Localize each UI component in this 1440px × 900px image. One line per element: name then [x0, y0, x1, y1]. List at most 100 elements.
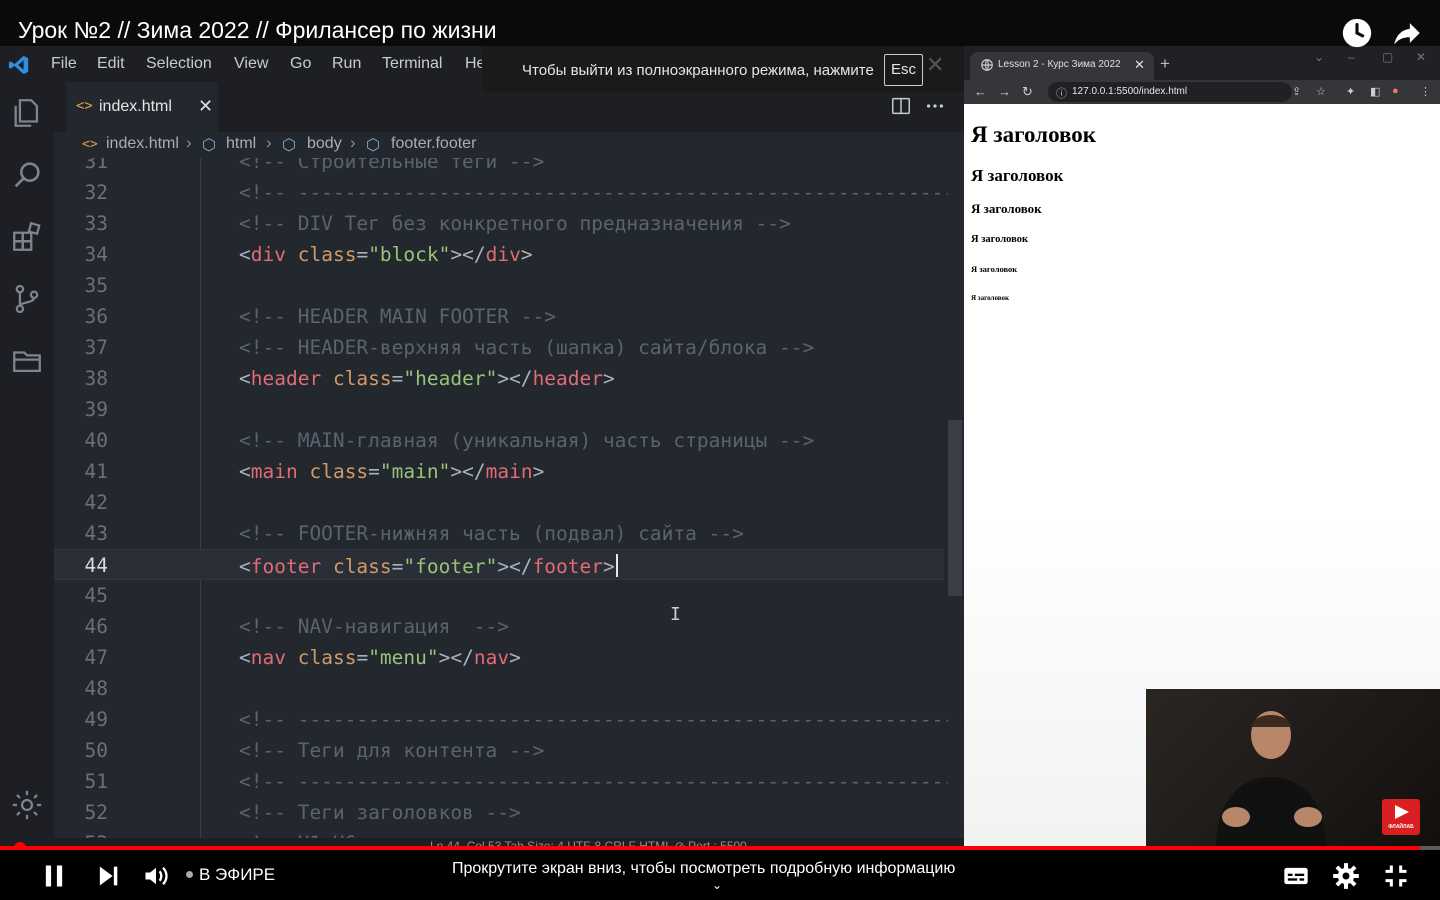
code-line[interactable]: 49 <!-- ---------------------------------… — [54, 704, 956, 735]
browser-tab[interactable]: Lesson 2 - Курс Зима 2022 ✕ — [970, 52, 1154, 80]
element-icon: ⬡ — [202, 137, 216, 154]
code-token: < — [239, 243, 251, 266]
video-title: Урок №2 // Зима 2022 // Фрилансер по жиз… — [18, 17, 497, 43]
code-line[interactable]: 43 <!-- FOOTER-нижняя часть (подвал) сайт… — [54, 518, 944, 549]
subtitles-icon[interactable] — [1282, 862, 1310, 890]
code-line[interactable]: 34 <div class="block"></div> — [54, 239, 944, 270]
profile-avatar-icon[interactable]: ● — [1392, 85, 1399, 97]
maximize-icon[interactable]: ▢ — [1382, 50, 1393, 64]
share-icon[interactable] — [1390, 16, 1424, 50]
live-indicator[interactable]: В ЭФИРЕ — [186, 865, 275, 885]
scroll-hint[interactable]: Прокрутите экран вниз, чтобы посмотреть … — [452, 860, 955, 878]
code-line[interactable]: 42 — [54, 487, 944, 518]
extensions-puzzle-icon[interactable]: ✦ — [1346, 85, 1355, 98]
code-line[interactable]: 37 <!-- HEADER-верхняя часть (шапка) сайт… — [54, 332, 944, 363]
chevron-right-icon: › — [186, 133, 192, 152]
volume-icon[interactable] — [142, 862, 170, 890]
code-token: = — [368, 460, 380, 483]
more-actions-icon[interactable] — [924, 95, 946, 117]
breadcrumb: <> index.html › ⬡ html › ⬡ body › ⬡ foot… — [54, 132, 964, 158]
code-line[interactable]: 39 — [54, 394, 944, 425]
code-line[interactable]: 51 <!-- ---------------------------------… — [54, 766, 956, 797]
code-line[interactable]: 47 <nav class="menu"></nav> — [54, 642, 944, 673]
breadcrumb-file[interactable]: index.html — [106, 135, 179, 153]
webcam-overlay: ФЛАЙЛАБ — [1146, 689, 1440, 847]
menu-terminal[interactable]: Terminal — [382, 55, 442, 73]
browser-tab-strip: Lesson 2 - Курс Зима 2022 ✕ + ⌄ – ▢ ✕ — [964, 46, 1440, 80]
minimize-icon[interactable]: – — [1348, 50, 1355, 64]
code-line[interactable]: 35 — [54, 270, 944, 301]
code-line[interactable]: 31 <!-- Строительные теги --> — [54, 158, 944, 177]
line-number: 46 — [84, 615, 108, 638]
settings-gear-icon[interactable] — [10, 788, 44, 822]
reload-icon[interactable]: ↻ — [1022, 84, 1033, 100]
search-icon[interactable] — [10, 158, 44, 192]
code-line[interactable]: 52 <!-- Теги заголовков --> — [54, 797, 944, 828]
address-bar[interactable]: ⓘ 127.0.0.1:5500/index.html — [1048, 82, 1292, 102]
share-page-icon[interactable]: ⇪ — [1292, 85, 1301, 98]
code-editor[interactable]: I 31 <!-- Строительные теги --> 32 <!-- ---… — [54, 158, 964, 846]
tab-close-icon[interactable]: ✕ — [198, 96, 213, 117]
close-icon[interactable]: ✕ — [926, 52, 944, 78]
menu-file[interactable]: File — [51, 55, 77, 73]
extensions-icon[interactable] — [10, 220, 44, 254]
window-close-icon[interactable]: ✕ — [1416, 50, 1426, 64]
activity-bar — [0, 82, 54, 846]
code-text: <!-- DIV Тег без конкретного предназначе… — [239, 212, 791, 235]
bookmark-star-icon[interactable]: ☆ — [1316, 85, 1326, 98]
browser-menu-icon[interactable]: ⋮ — [1420, 85, 1431, 98]
menu-run[interactable]: Run — [332, 55, 361, 73]
watch-later-icon[interactable] — [1340, 16, 1374, 50]
forward-icon[interactable]: → — [998, 84, 1011, 99]
side-panel-icon[interactable]: ◧ — [1370, 85, 1380, 98]
address-bar-url: 127.0.0.1:5500/index.html — [1072, 86, 1188, 97]
code-text: <!-- -----------------------------------… — [239, 770, 964, 793]
breadcrumb-html[interactable]: html — [226, 135, 256, 153]
code-line[interactable]: 46 <!-- NAV-навигация --> — [54, 611, 944, 642]
code-line[interactable]: 44 <footer class="footer"></footer> — [54, 549, 944, 580]
code-line[interactable]: 33 <!-- DIV Тег без конкретного предназна… — [54, 208, 944, 239]
esc-key-badge: Esc — [884, 54, 924, 86]
code-token: <!-- Теги заголовков --> — [239, 801, 521, 824]
next-icon[interactable] — [94, 862, 122, 890]
source-control-icon[interactable] — [10, 282, 44, 316]
remote-explorer-icon[interactable] — [10, 344, 44, 378]
video-title-bar: Урок №2 // Зима 2022 // Фрилансер по жиз… — [0, 0, 1440, 48]
browser-tab-close-icon[interactable]: ✕ — [1134, 57, 1145, 73]
code-token: ></ — [497, 367, 533, 390]
new-tab-icon[interactable]: + — [1160, 54, 1170, 74]
exit-fullscreen-icon[interactable] — [1382, 862, 1410, 890]
tab-index-html[interactable]: <> index.html ✕ — [66, 82, 218, 132]
menu-view[interactable]: View — [234, 55, 268, 73]
heading-h1: Я заголовок — [971, 122, 1097, 147]
chevron-down-icon[interactable]: ⌄ — [1314, 50, 1324, 64]
explorer-icon[interactable] — [10, 96, 44, 130]
breadcrumb-footer[interactable]: footer.footer — [391, 135, 476, 153]
code-text: <header class="header"></header> — [239, 367, 615, 390]
code-line[interactable]: 41 <main class="main"></main> — [54, 456, 944, 487]
line-number: 38 — [84, 367, 108, 390]
settings-icon[interactable] — [1332, 862, 1360, 890]
breadcrumb-body[interactable]: body — [307, 135, 342, 153]
scrollbar-thumb[interactable] — [948, 420, 962, 596]
split-editor-icon[interactable] — [890, 95, 912, 117]
back-icon[interactable]: ← — [974, 84, 987, 99]
code-line[interactable]: 32 <!-- ---------------------------------… — [54, 177, 956, 208]
live-label: В ЭФИРЕ — [199, 865, 276, 884]
code-line[interactable]: 48 — [54, 673, 944, 704]
code-line[interactable]: 50 <!-- Теги для контента --> — [54, 735, 944, 766]
code-line[interactable]: 36 <!-- HEADER MAIN FOOTER --> — [54, 301, 944, 332]
code-line[interactable]: 38 <header class="header"></header> — [54, 363, 944, 394]
editor-scrollbar[interactable] — [948, 158, 964, 846]
code-token: class — [297, 646, 357, 669]
pause-icon[interactable] — [40, 862, 68, 890]
menu-go[interactable]: Go — [290, 55, 311, 73]
chevron-down-icon[interactable]: ⌄ — [712, 878, 722, 892]
info-icon[interactable]: ⓘ — [1056, 85, 1067, 101]
text-caret — [615, 554, 618, 577]
line-number: 39 — [84, 398, 108, 421]
menu-edit[interactable]: Edit — [97, 55, 125, 73]
menu-selection[interactable]: Selection — [146, 55, 212, 73]
code-line[interactable]: 40 <!-- MAIN-главная (уникальная) часть с… — [54, 425, 944, 456]
code-line[interactable]: 45 — [54, 580, 944, 611]
